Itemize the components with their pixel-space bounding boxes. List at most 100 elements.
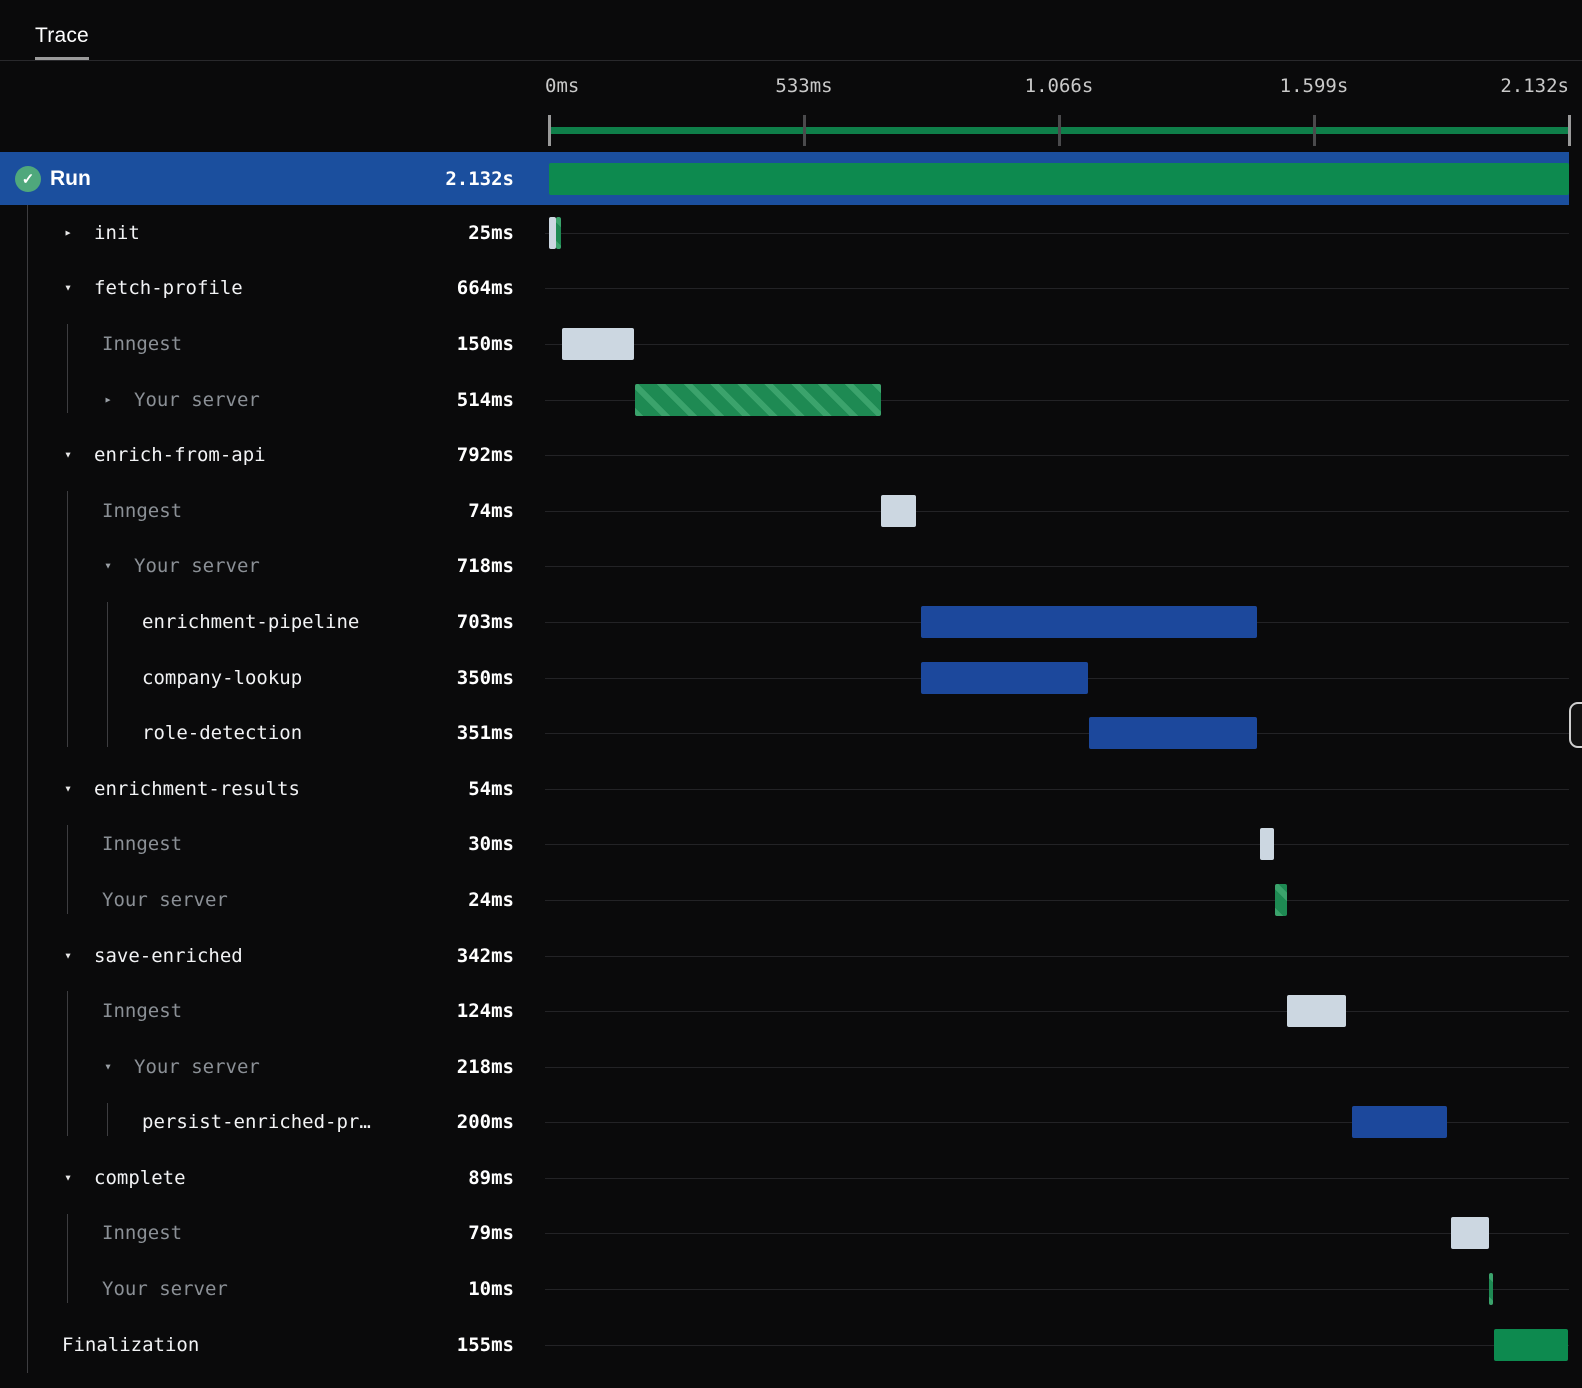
row-duration: 124ms <box>456 1000 514 1023</box>
row-label: complete <box>94 1166 186 1189</box>
span-bar-queued[interactable] <box>549 216 557 249</box>
row-duration: 25ms <box>468 221 514 244</box>
span-bar-queued[interactable] <box>561 327 634 360</box>
scroll-handle[interactable] <box>1569 702 1582 748</box>
row-label: init <box>94 221 140 244</box>
trace-row[interactable]: company-lookup 350ms <box>0 650 1569 706</box>
chevron-down-icon[interactable]: ▾ <box>58 448 78 463</box>
row-label: enrichment-pipeline <box>142 610 360 633</box>
span-bar-server[interactable] <box>1275 883 1287 916</box>
minimap-tick <box>1058 115 1061 146</box>
span-bar-exec[interactable] <box>1089 717 1258 750</box>
row-label: Inngest <box>102 833 183 856</box>
trace-row[interactable]: Inngest 150ms <box>0 316 1569 372</box>
row-duration: 718ms <box>456 555 514 578</box>
tab-bar: Trace <box>0 0 1582 61</box>
span-bar-queued[interactable] <box>1450 1217 1489 1250</box>
trace-row[interactable]: ▾ fetch-profile 664ms <box>0 261 1569 317</box>
row-duration: 155ms <box>456 1333 514 1356</box>
row-duration: 30ms <box>468 833 514 856</box>
row-duration: 342ms <box>456 944 514 967</box>
run-row[interactable]: ✓ Run 2.132s <box>0 152 1569 205</box>
row-label: Your server <box>102 1278 228 1301</box>
minimap-tick <box>1568 115 1571 146</box>
ruler-tick-label: 533ms <box>775 75 833 97</box>
row-label: Inngest <box>102 1000 183 1023</box>
chevron-down-icon[interactable]: ▾ <box>58 281 78 296</box>
trace-row[interactable]: ▸ init 25ms <box>0 205 1569 261</box>
row-duration: 150ms <box>456 332 514 355</box>
span-bar-queued[interactable] <box>1259 828 1275 861</box>
row-duration: 24ms <box>468 888 514 911</box>
run-span-bar[interactable] <box>549 162 1569 195</box>
span-bar-server[interactable] <box>1488 1273 1494 1306</box>
tree-guide-line <box>67 824 68 914</box>
tab-trace[interactable]: Trace <box>35 24 89 60</box>
trace-row[interactable]: ▾ enrich-from-api 792ms <box>0 427 1569 483</box>
row-label: Inngest <box>102 1222 183 1245</box>
trace-row[interactable]: Inngest 124ms <box>0 983 1569 1039</box>
trace-row[interactable]: role-detection 351ms <box>0 705 1569 761</box>
ruler-tick-label: 2.132s <box>1500 75 1569 97</box>
trace-row[interactable]: Inngest 30ms <box>0 817 1569 873</box>
row-duration: 79ms <box>468 1222 514 1245</box>
chevron-down-icon[interactable]: ▾ <box>58 781 78 796</box>
trace-row[interactable]: Your server 24ms <box>0 872 1569 928</box>
tree-guide-line <box>107 602 108 747</box>
row-label: save-enriched <box>94 944 243 967</box>
tree-guide-line <box>107 1102 108 1137</box>
minimap-tick <box>548 115 551 146</box>
trace-row[interactable]: Finalization 155ms <box>0 1317 1569 1373</box>
row-label: Finalization <box>62 1333 200 1356</box>
row-duration: 792ms <box>456 444 514 467</box>
tree-guide-line <box>67 324 68 414</box>
trace-row[interactable]: ▾ save-enriched 342ms <box>0 928 1569 984</box>
row-label: role-detection <box>142 722 303 745</box>
trace-row[interactable]: ▾ enrichment-results 54ms <box>0 761 1569 817</box>
trace-row[interactable]: Your server 10ms <box>0 1261 1569 1317</box>
row-label: fetch-profile <box>94 277 243 300</box>
row-duration: 10ms <box>468 1278 514 1301</box>
trace-row[interactable]: persist-enriched-pr… 200ms <box>0 1095 1569 1151</box>
chevron-down-icon[interactable]: ▾ <box>98 559 118 574</box>
span-bar-exec[interactable] <box>1351 1106 1448 1139</box>
tab-trace-label: Trace <box>35 24 89 47</box>
row-duration: 514ms <box>456 388 514 411</box>
chevron-right-icon[interactable]: ▸ <box>58 225 78 240</box>
span-bar-queued[interactable] <box>881 494 917 527</box>
span-bar-run[interactable] <box>1493 1328 1569 1361</box>
span-bar-queued[interactable] <box>1286 995 1347 1028</box>
trace-row[interactable]: ▾ Your server 218ms <box>0 1039 1569 1095</box>
trace-row[interactable]: ▾ Your server 718ms <box>0 539 1569 595</box>
ruler-tick-label: 1.066s <box>1024 75 1094 97</box>
trace-row[interactable]: ▾ complete 89ms <box>0 1150 1569 1206</box>
trace-row[interactable]: ▸ Your server 514ms <box>0 372 1569 428</box>
row-duration: 350ms <box>456 666 514 689</box>
trace-panel: Trace 0ms 533ms 1.066s 1.599s 2.132s ✓ Run 2… <box>0 0 1582 1388</box>
chevron-right-icon[interactable]: ▸ <box>98 392 118 407</box>
run-label: Run <box>50 166 91 190</box>
tab-active-underline <box>35 57 89 60</box>
row-label: persist-enriched-pr… <box>142 1111 371 1134</box>
timeline-minimap[interactable] <box>548 111 1571 149</box>
span-rows: ▸ init 25ms ▾ fetch-profile 664ms Inngest 150ms… <box>0 205 1569 1373</box>
chevron-down-icon[interactable]: ▾ <box>58 948 78 963</box>
trace-row[interactable]: Inngest 74ms <box>0 483 1569 539</box>
tree-guide-line <box>67 1213 68 1303</box>
row-label: Inngest <box>102 332 183 355</box>
chevron-down-icon[interactable]: ▾ <box>98 1059 118 1074</box>
trace-row[interactable]: Inngest 79ms <box>0 1206 1569 1262</box>
row-label: enrichment-results <box>94 777 300 800</box>
row-label: Your server <box>134 388 260 411</box>
chevron-down-icon[interactable]: ▾ <box>58 1170 78 1185</box>
span-bar-server[interactable] <box>635 383 882 416</box>
span-bar-exec[interactable] <box>920 661 1089 694</box>
row-label: company-lookup <box>142 666 303 689</box>
row-duration: 74ms <box>468 499 514 522</box>
minimap-tick <box>1313 115 1316 146</box>
span-bar-exec[interactable] <box>920 605 1258 638</box>
row-duration: 351ms <box>456 722 514 745</box>
tree-guide-line <box>27 205 28 1373</box>
span-bar-server[interactable] <box>556 216 561 249</box>
trace-row[interactable]: enrichment-pipeline 703ms <box>0 594 1569 650</box>
